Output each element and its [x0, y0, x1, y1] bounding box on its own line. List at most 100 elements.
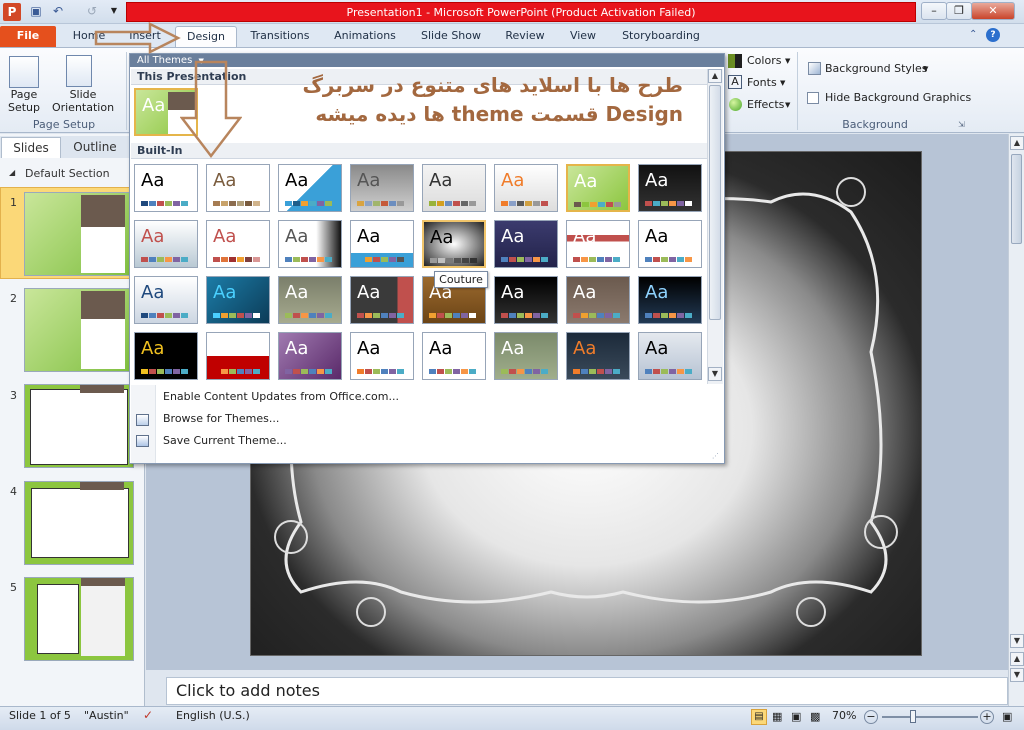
theme-thumbnail[interactable]: Aa	[350, 220, 414, 268]
zoom-in-icon[interactable]: +	[980, 710, 994, 724]
slide-show-view-icon[interactable]: ▩	[810, 710, 820, 723]
tab-design[interactable]: Design	[175, 26, 237, 47]
theme-thumbnail[interactable]: Aa	[494, 220, 558, 268]
theme-thumbnail[interactable]: Aa	[134, 276, 198, 324]
undo-icon[interactable]: ↶	[50, 3, 66, 19]
tab-review[interactable]: Review	[500, 26, 550, 47]
theme-colors-dropdown-icon[interactable]: ▼	[785, 57, 790, 65]
spell-check-icon[interactable]: ✓	[143, 708, 153, 722]
next-slide-icon[interactable]: ▼	[1010, 668, 1024, 682]
save-current-theme-item[interactable]: Save Current Theme...	[131, 430, 707, 452]
theme-effects-dropdown-icon[interactable]: ▼	[785, 101, 790, 109]
tab-slide-show[interactable]: Slide Show	[414, 26, 488, 47]
reading-view-icon[interactable]: ▣	[791, 710, 801, 723]
theme-thumbnail[interactable]: Aa	[350, 332, 414, 380]
language-status[interactable]: English (U.S.)	[176, 709, 250, 722]
normal-view-icon[interactable]: ▤	[751, 709, 767, 725]
tab-outline[interactable]: Outline	[64, 137, 126, 158]
theme-thumbnail[interactable]: Aa	[278, 220, 342, 268]
background-styles-button[interactable]: Background Styles	[825, 62, 927, 75]
tab-view[interactable]: View	[562, 26, 604, 47]
theme-thumbnail[interactable]: Aa	[422, 220, 486, 268]
background-dialog-launcher-icon[interactable]: ⇲	[958, 120, 965, 129]
theme-thumbnail[interactable]: Aa	[494, 276, 558, 324]
tab-animations[interactable]: Animations	[328, 26, 402, 47]
section-collapse-icon[interactable]: ◢	[9, 168, 15, 177]
theme-thumbnail[interactable]: Aa	[566, 276, 630, 324]
theme-fonts-button[interactable]: Fonts	[747, 76, 777, 89]
enable-content-updates-item[interactable]: Enable Content Updates from Office.com..…	[131, 386, 707, 408]
save-icon[interactable]: ▣	[28, 3, 44, 19]
theme-color-swatch	[677, 201, 684, 206]
slide-thumbnail[interactable]	[24, 577, 134, 661]
zoom-slider[interactable]	[882, 716, 978, 718]
slide-orientation-icon[interactable]	[66, 55, 92, 87]
theme-thumbnail[interactable]: Aa	[134, 332, 198, 380]
scroll-thumb[interactable]	[1011, 154, 1022, 244]
browse-for-themes-item[interactable]: Browse for Themes...	[131, 408, 707, 430]
minimize-ribbon-icon[interactable]: ⌃	[969, 29, 977, 40]
theme-thumbnail[interactable]: Aa	[638, 220, 702, 268]
themes-scrollbar[interactable]: ▲ ▼	[707, 69, 723, 384]
theme-thumbnail[interactable]: Aa	[206, 276, 270, 324]
scroll-down-icon[interactable]: ▼	[1010, 634, 1024, 648]
scroll-up-icon[interactable]: ▲	[1010, 136, 1024, 150]
theme-thumbnail[interactable]: Aa	[206, 164, 270, 212]
themes-scroll-down-icon[interactable]: ▼	[708, 367, 722, 381]
theme-thumbnail[interactable]: Aa	[350, 164, 414, 212]
theme-thumbnail[interactable]: Aa	[494, 164, 558, 212]
background-styles-dropdown-icon[interactable]: ▼	[923, 65, 928, 73]
help-icon[interactable]: ?	[986, 28, 1000, 42]
theme-thumbnail[interactable]: Aa	[134, 164, 198, 212]
theme-fonts-dropdown-icon[interactable]: ▼	[780, 79, 785, 87]
slide-sorter-view-icon[interactable]: ▦	[772, 710, 782, 723]
theme-effects-button[interactable]: Effects	[747, 98, 784, 111]
tab-storyboarding[interactable]: Storyboarding	[616, 26, 706, 47]
theme-thumbnail[interactable]: Aa	[134, 220, 198, 268]
slide-thumbnail[interactable]	[24, 288, 134, 372]
slide-thumbnail[interactable]	[24, 481, 134, 565]
restore-button[interactable]: ❐	[946, 2, 972, 20]
theme-thumbnail[interactable]: Aa	[350, 276, 414, 324]
theme-thumbnail[interactable]: Aa	[638, 276, 702, 324]
powerpoint-logo-icon[interactable]: P	[3, 3, 21, 21]
theme-thumbnail[interactable]: Aa	[278, 276, 342, 324]
theme-thumbnail[interactable]: Aa	[206, 220, 270, 268]
notes-field[interactable]: Click to add notes	[166, 677, 1008, 705]
slide-thumbnail[interactable]	[24, 192, 134, 276]
tab-file[interactable]: File	[0, 26, 56, 47]
theme-thumbnail[interactable]: Aa	[638, 332, 702, 380]
hide-background-checkbox[interactable]	[807, 92, 819, 104]
page-setup-button[interactable]: Page Setup	[4, 88, 44, 114]
theme-colors-button[interactable]: Colors	[747, 54, 781, 67]
resize-grip-icon[interactable]: ⋰	[712, 452, 719, 460]
tab-slides[interactable]: Slides	[1, 137, 61, 158]
zoom-slider-thumb[interactable]	[910, 710, 916, 723]
tab-transitions[interactable]: Transitions	[244, 26, 316, 47]
zoom-level[interactable]: 70%	[832, 709, 856, 722]
previous-slide-icon[interactable]: ▲	[1010, 652, 1024, 666]
vertical-scrollbar[interactable]: ▲ ▼ ▲ ▼	[1008, 134, 1024, 706]
minimize-button[interactable]: –	[921, 2, 947, 20]
slide-orientation-button[interactable]: Slide Orientation	[48, 88, 118, 114]
redo-icon[interactable]: ↺	[84, 3, 100, 19]
theme-thumbnail[interactable]: Aa	[206, 332, 270, 380]
fit-slide-to-window-icon[interactable]: ▣	[1002, 710, 1012, 723]
theme-thumbnail[interactable]: Aa	[278, 332, 342, 380]
theme-thumbnail[interactable]: Aa	[566, 164, 630, 212]
theme-thumbnail[interactable]: Aa	[566, 220, 630, 268]
default-section[interactable]: ◢ Default Section	[0, 166, 145, 184]
close-button[interactable]: ✕	[971, 2, 1015, 20]
customize-quick-access-icon[interactable]: ▼	[106, 3, 122, 19]
theme-thumbnail[interactable]: Aa	[422, 164, 486, 212]
theme-thumbnail[interactable]: Aa	[422, 332, 486, 380]
theme-thumbnail[interactable]: Aa	[566, 332, 630, 380]
slide-thumbnail[interactable]	[24, 384, 134, 468]
zoom-out-icon[interactable]: −	[864, 710, 878, 724]
themes-scroll-thumb[interactable]	[709, 85, 721, 320]
theme-thumbnail[interactable]: Aa	[638, 164, 702, 212]
theme-thumbnail[interactable]: Aa	[494, 332, 558, 380]
themes-scroll-up-icon[interactable]: ▲	[708, 69, 722, 83]
page-setup-icon[interactable]	[9, 56, 39, 88]
theme-thumbnail[interactable]: Aa	[278, 164, 342, 212]
